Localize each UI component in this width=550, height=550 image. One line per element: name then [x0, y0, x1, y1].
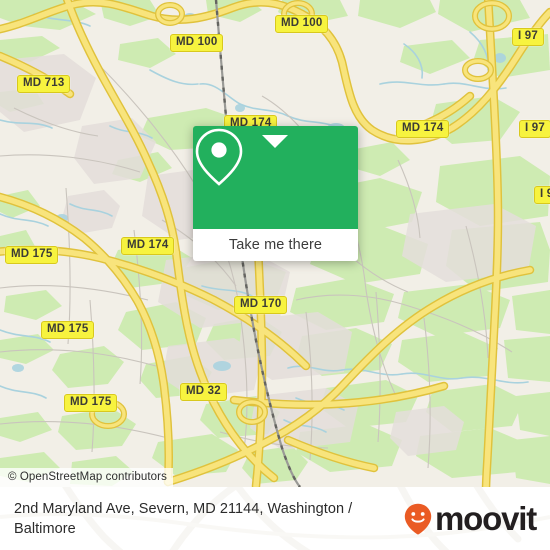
callout-pointer: [262, 135, 288, 148]
address-label: 2nd Maryland Ave, Severn, MD 21144, Wash…: [14, 500, 353, 537]
road-shield: I 97: [519, 120, 550, 138]
road-shield: MD 100: [275, 15, 329, 33]
road-shield: I 97: [534, 186, 550, 204]
moovit-wordmark: moovit: [435, 500, 537, 537]
moovit-map-share-card: MD 100 MD 100 I 97 MD 713 MD 174 MD 174 …: [0, 0, 550, 550]
moovit-logo[interactable]: moovit: [404, 500, 537, 537]
road-shield: MD 175: [5, 246, 59, 264]
footer-bar: 2nd Maryland Ave, Severn, MD 21144, Wash…: [0, 487, 550, 550]
osm-attribution[interactable]: © OpenStreetMap contributors: [0, 468, 173, 487]
map-pin-icon: [195, 128, 243, 186]
take-me-there-button[interactable]: Take me there: [193, 229, 358, 261]
road-shield: MD 174: [396, 120, 450, 138]
road-shield: MD 32: [180, 383, 227, 401]
road-shield: I 97: [512, 28, 544, 46]
road-shield: MD 175: [64, 394, 118, 412]
map-canvas[interactable]: MD 100 MD 100 I 97 MD 713 MD 174 MD 174 …: [0, 0, 550, 487]
road-shield: MD 170: [234, 296, 288, 314]
road-shield: MD 174: [121, 237, 175, 255]
road-shield: MD 713: [17, 75, 71, 93]
road-shield: MD 175: [41, 321, 95, 339]
moovit-pin-icon: [404, 503, 432, 535]
take-me-there-label: Take me there: [228, 237, 323, 253]
road-shield: MD 100: [170, 34, 224, 52]
